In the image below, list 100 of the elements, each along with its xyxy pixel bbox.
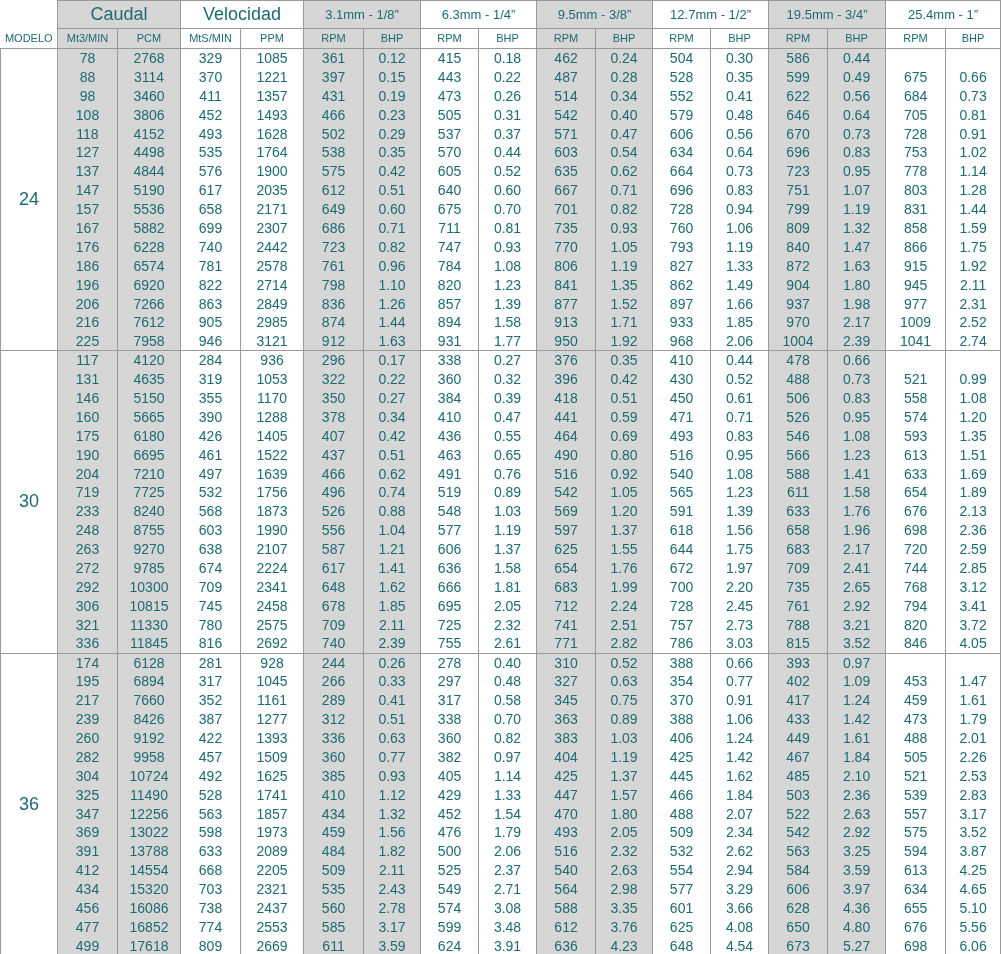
table-cell: 0.18 [493,50,522,67]
table-cell: 735 [554,219,578,236]
table-cell: 488 [669,805,694,822]
table-cell: 540 [554,862,578,879]
table-cell: 385 [321,767,346,784]
table-cell: 0.61 [725,389,754,406]
table-cell: 378 [321,408,346,425]
table-cell: 492 [198,767,223,784]
table-cell: 542 [554,106,578,123]
table-cell: 770 [554,238,578,255]
table-cell: 470 [554,805,578,822]
table-cell: 0.89 [493,484,522,501]
table-cell: 9958 [133,748,165,765]
table-cell: 634 [669,144,694,161]
column-group-header: 3.1mm - 1/8” [303,0,421,29]
table-cell: 1.24 [842,692,871,709]
table-cell: 526 [786,408,810,425]
table-cell: 360 [437,730,462,746]
table-cell: 0.93 [493,238,522,255]
table-cell: 1009 [900,314,932,331]
table-cell: 0.89 [610,711,638,728]
table-cell: 206 [75,295,100,312]
table-cell: 3.17 [378,918,406,935]
table-cell: 2035 [256,182,288,199]
table-cell: 4.25 [959,862,987,879]
table-cell: 2.20 [725,578,754,595]
table-cell: 1.98 [842,295,871,312]
table-cell: 1.66 [725,295,754,312]
table-cell: 4844 [133,163,165,180]
table-cell: 753 [903,144,928,161]
table-cell: 1.06 [725,219,754,236]
table-cell: 0.52 [610,654,638,671]
table-cell: 1625 [256,767,288,784]
table-cell: 6920 [133,276,165,293]
table-cell: 12256 [129,805,169,822]
table-cell: 535 [198,144,223,161]
table-cell: 799 [786,201,810,218]
table-cell: 683 [554,578,578,595]
table-cell: 352 [198,692,223,709]
table-cell: 7660 [133,692,165,709]
table-cell: 552 [669,87,694,104]
table-cell: 668 [198,862,223,879]
table-cell: 809 [198,937,223,954]
table-cell: 836 [321,295,346,312]
table-cell: 0.91 [725,692,754,709]
table-cell: 5536 [133,201,165,218]
table-cell: 2.05 [610,824,638,841]
table-cell: 1639 [256,465,288,482]
table-cell: 2.32 [493,616,522,633]
table-cell: 2442 [256,238,288,255]
table-cell: 0.35 [610,352,638,369]
table-cell: 625 [554,541,578,558]
table-cell: 603 [554,144,578,161]
table-cell: 2.73 [725,616,754,633]
table-cell: 1.03 [493,503,522,520]
table-cell: 0.24 [610,50,638,67]
table-cell: 606 [437,541,462,558]
table-cell: 2.98 [610,881,638,898]
table-cell: 936 [260,352,284,369]
table-cell: 204 [75,465,100,482]
table-cell: 1.79 [959,711,987,728]
table-cell: 738 [198,900,223,916]
table-cell: 1.05 [610,484,638,501]
table-cell: 402 [786,673,810,690]
table-cell: 575 [903,824,928,841]
table-cell: 2.62 [725,843,754,860]
table-cell: 675 [437,201,462,218]
table-cell: 9785 [133,560,165,576]
table-cell: 548 [437,503,462,520]
table-cell: 2.36 [842,786,871,803]
table-cell: 1.99 [610,578,638,595]
table-cell: 1.63 [842,257,871,274]
table-cell: 747 [437,238,462,255]
table-cell: 0.51 [378,711,406,728]
column-group-header: Caudal [57,0,181,29]
table-cell: 1.08 [725,465,754,482]
table-cell: 484 [321,843,346,860]
table-cell: 317 [198,673,223,690]
table-cell: 598 [198,824,223,841]
table-cell: 98 [79,87,96,104]
table-cell: 928 [260,654,284,671]
table-cell: 78 [79,50,96,67]
table-cell: 1.84 [725,786,754,803]
table-cell: 4.05 [959,635,987,652]
table-cell: 0.54 [610,144,638,161]
table-cell: 10300 [129,578,169,595]
table-cell: 2.63 [610,862,638,879]
table-cell: 516 [554,843,578,860]
table-cell: 599 [786,68,810,85]
table-cell: 504 [669,50,694,67]
table-cell: 676 [903,918,928,935]
table-cell: 1.47 [842,238,871,255]
table-cell: 2321 [256,881,288,898]
table-cell: 11490 [130,786,168,803]
table-cell: 506 [786,389,810,406]
table-cell: 612 [321,182,346,199]
table-cell: 897 [669,295,694,312]
table-cell: 1.97 [725,560,754,576]
table-cell: 370 [198,68,223,85]
table-cell: 369 [75,824,100,841]
